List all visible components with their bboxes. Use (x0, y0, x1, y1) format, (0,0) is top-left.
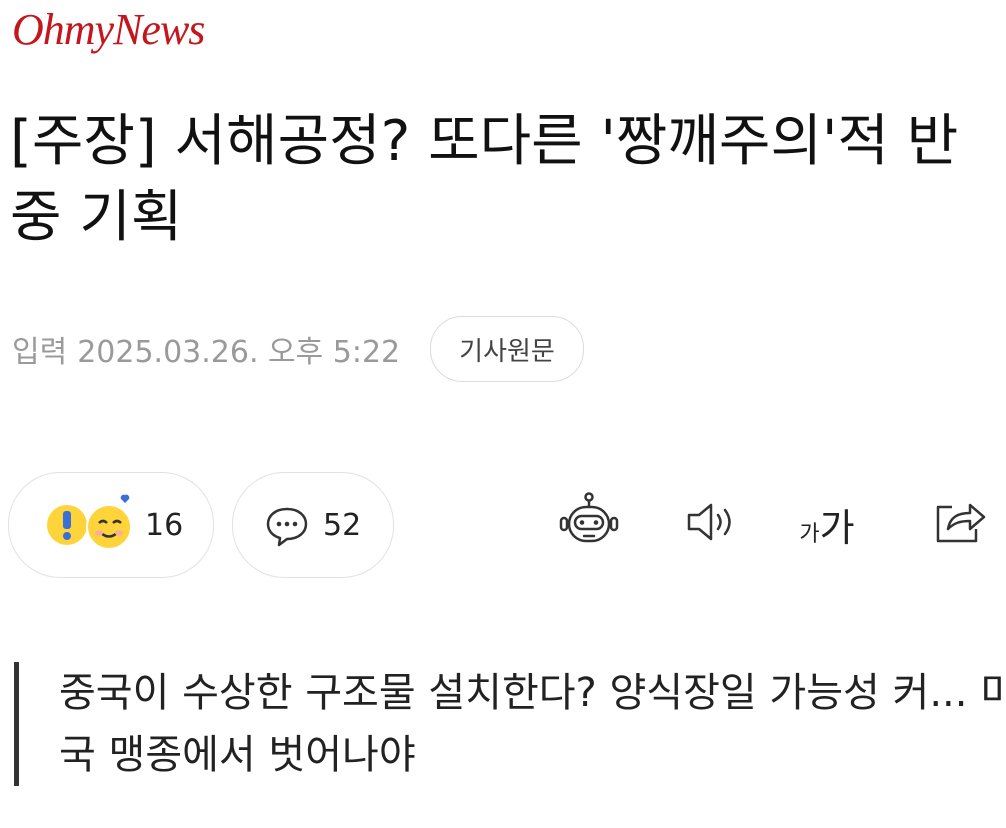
robot-icon (557, 490, 621, 558)
reaction-emoji-icon (39, 493, 139, 557)
font-size-button[interactable]: 가가 (792, 486, 862, 562)
speech-bubble-icon (263, 501, 311, 549)
font-size-small-label: 가 (799, 521, 820, 547)
share-button[interactable] (924, 486, 994, 562)
audio-button[interactable] (676, 486, 746, 562)
published-label: 입력 (12, 335, 68, 370)
reaction-count: 16 (145, 507, 184, 543)
summary-bot-button[interactable] (554, 486, 624, 562)
speaker-icon (681, 497, 741, 551)
comment-count: 52 (323, 507, 362, 543)
original-article-button[interactable]: 기사원문 (430, 316, 584, 382)
article-subheadline: 중국이 수상한 구조물 설치한다? 양식장일 가능성 커... 미국 맹종에서 … (14, 662, 1006, 786)
font-size-icon: 가가 (799, 497, 854, 552)
article-headline: [주장] 서해공정? 또다른 '짱깨주의'적 반중 기획 (10, 109, 959, 250)
reactions-button[interactable]: 16 (8, 472, 214, 578)
font-size-large-label: 가 (819, 505, 855, 550)
ohmynews-logo[interactable]: OhmyNews (12, 4, 205, 55)
share-icon (930, 495, 988, 553)
published-datetime: 2025.03.26. 오후 5:22 (77, 335, 401, 370)
article-meta: 입력 2025.03.26. 오후 5:22 기사원문 (12, 316, 584, 382)
comments-button[interactable]: 52 (232, 472, 394, 578)
